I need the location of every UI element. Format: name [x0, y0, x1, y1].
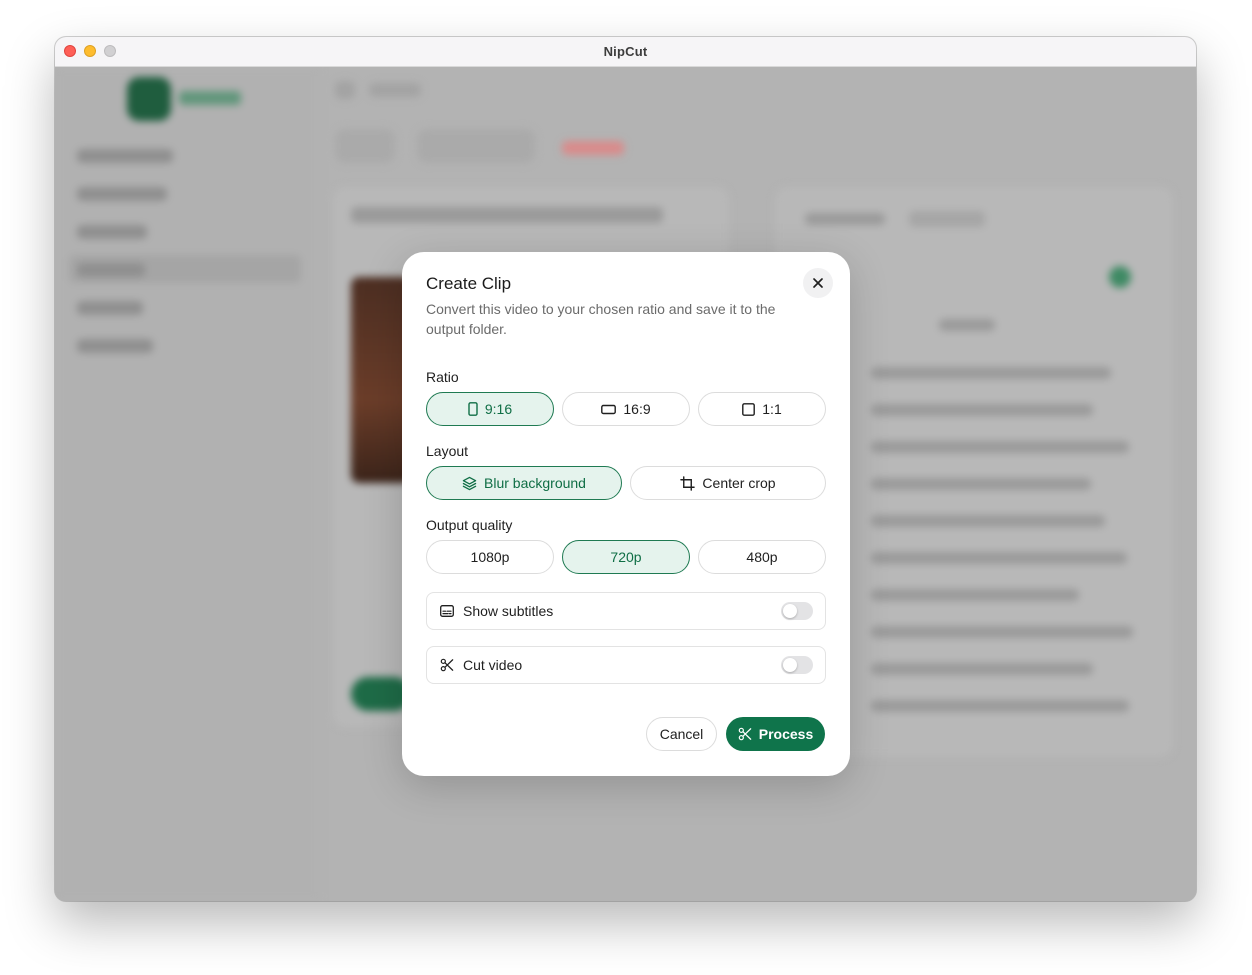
zoom-window-button[interactable]	[104, 45, 116, 57]
square-ratio-icon	[742, 402, 756, 416]
scissors-icon	[738, 727, 752, 741]
ratio-label: Ratio	[426, 369, 459, 385]
title-bar: NipCut	[55, 37, 1196, 67]
layout-option-center-crop[interactable]: Center crop	[630, 466, 826, 500]
sidebar-item	[77, 225, 147, 239]
process-button-label: Process	[758, 726, 814, 742]
transcript-line	[871, 441, 1129, 453]
sidebar-item	[77, 149, 173, 163]
transcript-subheader	[939, 319, 995, 331]
crop-icon	[680, 475, 696, 491]
dialog-title: Create Clip	[426, 274, 512, 293]
landscape-ratio-icon	[601, 404, 617, 414]
transcript-line	[871, 589, 1079, 601]
quality-label: Output quality	[426, 517, 513, 533]
quality-option-label: 1080p	[470, 549, 510, 565]
process-button[interactable]: Process	[726, 717, 825, 751]
ratio-option-9-16[interactable]: 9:16	[426, 392, 554, 426]
window-controls	[64, 45, 116, 57]
app-content: Create Clip Convert this video to your c…	[55, 67, 1196, 901]
quality-option-1080p[interactable]: 1080p	[426, 540, 554, 574]
sidebar-item	[77, 263, 145, 277]
close-icon	[813, 278, 823, 288]
transcript-header	[805, 213, 885, 225]
ratio-option-label: 16:9	[623, 401, 651, 417]
danger-tab	[562, 141, 624, 155]
page-heading	[369, 83, 421, 97]
ratio-option-label: 9:16	[484, 401, 513, 417]
cut-video-row: Cut video	[426, 646, 826, 684]
transcript-line	[871, 552, 1127, 564]
sidebar	[55, 67, 320, 901]
status-dot	[1109, 266, 1131, 288]
toggle-label: Show subtitles	[463, 603, 554, 619]
tab	[335, 129, 395, 163]
show-subtitles-row: Show subtitles	[426, 592, 826, 630]
transcript-line	[871, 478, 1091, 490]
transcript-line	[871, 367, 1111, 379]
back-icon	[335, 81, 355, 99]
transcript-line	[871, 626, 1133, 638]
layout-option-label: Blur background	[484, 475, 586, 491]
logo-text	[179, 91, 241, 105]
quality-option-label: 720p	[610, 549, 642, 565]
layout-label: Layout	[426, 443, 469, 459]
portrait-ratio-icon	[468, 402, 478, 416]
transcript-line	[871, 663, 1093, 675]
toggle-label: Cut video	[463, 657, 523, 673]
transcript-line	[871, 404, 1093, 416]
app-logo	[127, 77, 171, 121]
sidebar-item	[77, 301, 143, 315]
toggle-knob	[783, 604, 797, 618]
ratio-option-label: 1:1	[762, 401, 782, 417]
subtitles-icon	[440, 605, 454, 617]
close-window-button[interactable]	[64, 45, 76, 57]
cut-video-toggle[interactable]	[781, 656, 813, 674]
toggle-knob	[783, 658, 797, 672]
window-title: NipCut	[603, 44, 648, 59]
scissors-icon	[440, 658, 454, 672]
tab	[417, 129, 535, 163]
ratio-option-16-9[interactable]: 16:9	[562, 392, 690, 426]
quality-option-label: 480p	[746, 549, 778, 565]
transcript-line	[871, 515, 1105, 527]
quality-option-720p[interactable]: 720p	[562, 540, 690, 574]
create-clip-dialog: Create Clip Convert this video to your c…	[402, 252, 850, 776]
sidebar-item	[77, 339, 153, 353]
close-button[interactable]	[803, 268, 833, 298]
layout-option-label: Center crop	[702, 475, 776, 491]
quality-option-480p[interactable]: 480p	[698, 540, 826, 574]
layers-icon	[462, 476, 477, 490]
minimize-window-button[interactable]	[84, 45, 96, 57]
transcript-badge	[909, 211, 985, 227]
ratio-option-1-1[interactable]: 1:1	[698, 392, 826, 426]
video-title	[351, 207, 663, 223]
app-window: NipCut Create Clip Convert this video to…	[55, 37, 1196, 901]
dialog-description: Convert this video to your chosen ratio …	[426, 301, 776, 337]
layout-option-blur-background[interactable]: Blur background	[426, 466, 622, 500]
sidebar-item	[77, 187, 167, 201]
show-subtitles-toggle[interactable]	[781, 602, 813, 620]
transcript-line	[871, 700, 1129, 712]
cancel-button-label: Cancel	[659, 726, 704, 742]
cancel-button[interactable]: Cancel	[646, 717, 717, 751]
